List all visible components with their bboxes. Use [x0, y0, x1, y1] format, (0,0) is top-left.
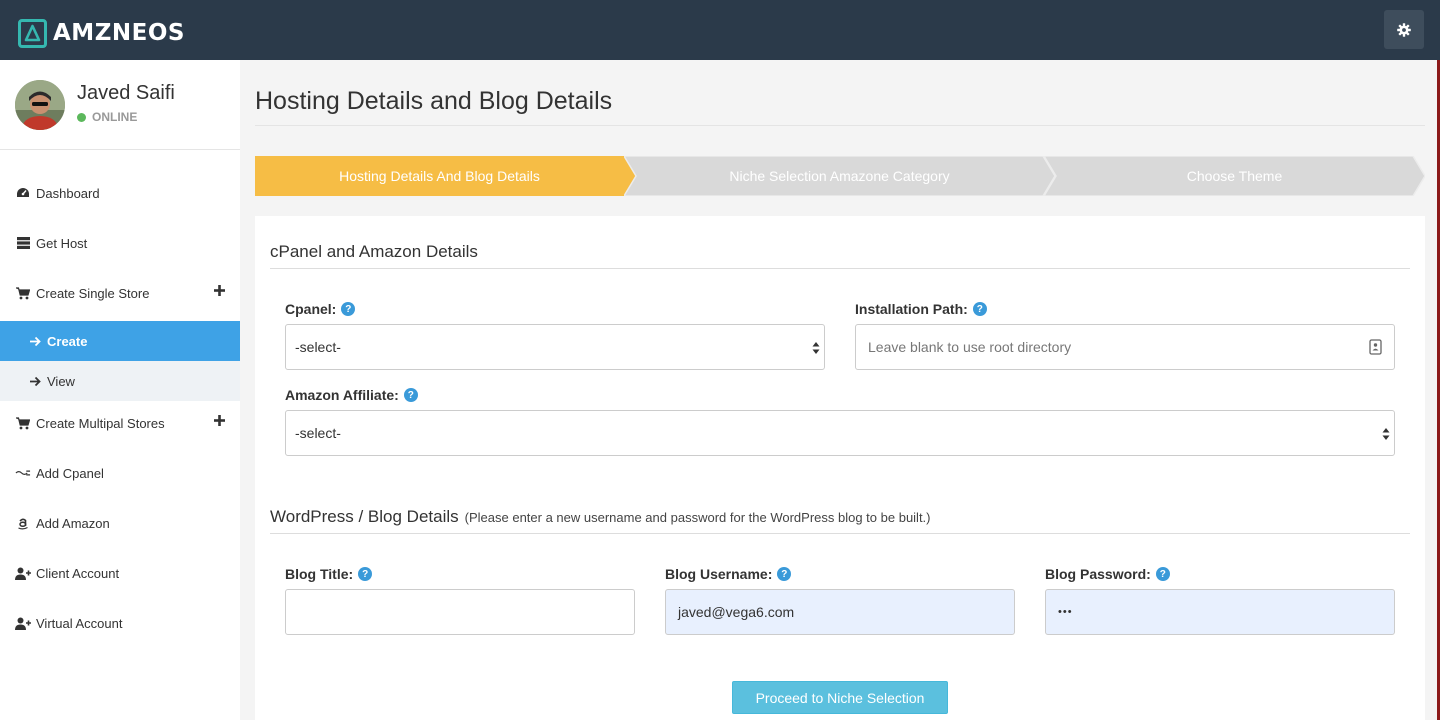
sidebar-item-label: Add Cpanel — [36, 465, 104, 481]
sidebar-item-label: View — [47, 373, 75, 389]
cpanel-select-value: -select- — [295, 339, 341, 355]
form-panel: cPanel and Amazon Details Cpanel: ? -sel… — [255, 216, 1425, 720]
cpanel-label-text: Cpanel: — [285, 301, 337, 317]
sidebar: Javed Saifi ONLINE Dashboard Get Host Cr… — [0, 60, 240, 720]
autofill-contact-icon[interactable] — [1369, 339, 1382, 355]
installation-path-input[interactable]: Leave blank to use root directory — [855, 324, 1395, 370]
sidebar-item-view[interactable]: View — [0, 361, 240, 401]
status-label: ONLINE — [92, 110, 138, 124]
sidebar-item-label: Get Host — [36, 235, 88, 251]
sidebar-item-create-single-store[interactable]: Create Single Store — [0, 273, 240, 313]
cpanel-label: Cpanel: ? — [285, 301, 356, 317]
installation-path-placeholder: Leave blank to use root directory — [868, 339, 1072, 355]
blog-section-title-text: WordPress / Blog Details — [270, 507, 459, 526]
sidebar-item-create-multipal-stores[interactable]: Create Multipal Stores — [0, 403, 240, 443]
step-niche-selection[interactable]: Niche Selection Amazone Category — [624, 156, 1055, 196]
online-dot-icon — [77, 112, 86, 122]
step-hosting-details[interactable]: Hosting Details And Blog Details — [255, 156, 636, 196]
blog-username-label-text: Blog Username: — [665, 566, 773, 582]
main-content: Hosting Details and Blog Details Hosting… — [240, 60, 1440, 720]
cpanel-select[interactable]: -select- — [285, 324, 825, 370]
sidebar-item-create[interactable]: Create — [0, 321, 240, 361]
sidebar-item-label: Dashboard — [36, 185, 100, 201]
select-arrows-icon — [812, 342, 820, 354]
settings-button[interactable] — [1384, 10, 1424, 49]
sidebar-item-add-amazon[interactable]: Add Amazon — [0, 503, 240, 543]
sidebar-item-label: Create Single Store — [36, 285, 150, 301]
proceed-to-niche-selection-button[interactable]: Proceed to Niche Selection — [732, 681, 948, 714]
blog-username-value: javed@vega6.com — [678, 604, 795, 620]
help-icon[interactable]: ? — [358, 567, 373, 581]
blog-password-input[interactable]: ••• — [1045, 589, 1395, 635]
logo-mark-icon — [18, 18, 47, 48]
cpanel-icon — [15, 469, 31, 477]
sidebar-item-client-account[interactable]: Client Account — [0, 553, 240, 593]
sidebar-item-label: Create — [47, 333, 88, 349]
section-title-blog: WordPress / Blog Details (Please enter a … — [270, 507, 931, 527]
brand-logo[interactable]: AMZNEOS — [18, 18, 185, 48]
dashboard-icon — [15, 187, 31, 199]
brand-name: AMZNEOS — [53, 20, 185, 46]
arrow-right-icon — [30, 376, 41, 387]
user-name: Javed Saifi — [77, 82, 175, 104]
sidebar-item-add-cpanel[interactable]: Add Cpanel — [0, 453, 240, 493]
page-title: Hosting Details and Blog Details — [255, 87, 613, 115]
step-choose-theme[interactable]: Choose Theme — [1044, 156, 1425, 196]
blog-section-note: (Please enter a new username and passwor… — [464, 510, 931, 525]
sidebar-item-label: Client Account — [36, 565, 120, 581]
section-title-cpanel: cPanel and Amazon Details — [270, 242, 478, 261]
amazon-affiliate-select[interactable]: -select- — [285, 410, 1395, 456]
sidebar-item-virtual-account[interactable]: Virtual Account — [0, 603, 240, 643]
section-divider — [270, 268, 1410, 269]
amazon-affiliate-label-text: Amazon Affiliate: — [285, 387, 399, 403]
title-divider — [255, 125, 1425, 126]
sidebar-item-label: Create Multipal Stores — [36, 415, 165, 431]
user-plus-icon — [15, 567, 31, 580]
amazon-icon — [15, 517, 31, 530]
cart-icon — [15, 286, 31, 300]
help-icon[interactable]: ? — [1155, 567, 1170, 581]
blog-password-label-text: Blog Password: — [1045, 566, 1151, 582]
blog-title-input[interactable] — [285, 589, 635, 635]
installation-path-label: Installation Path: ? — [855, 301, 987, 317]
blog-title-label-text: Blog Title: — [285, 566, 354, 582]
help-icon[interactable]: ? — [341, 302, 356, 316]
user-panel: Javed Saifi ONLINE — [0, 60, 240, 150]
blog-password-value: ••• — [1058, 606, 1073, 618]
amazon-affiliate-label: Amazon Affiliate: ? — [285, 387, 418, 403]
blog-username-input[interactable]: javed@vega6.com — [665, 589, 1015, 635]
cart-icon — [15, 416, 31, 430]
select-arrows-icon — [1382, 428, 1390, 440]
arrow-right-icon — [30, 336, 41, 347]
expand-plus-icon[interactable] — [214, 415, 225, 426]
online-status: ONLINE — [77, 110, 137, 124]
wizard-steps: Hosting Details And Blog Details Niche S… — [255, 156, 1425, 196]
help-icon[interactable]: ? — [972, 302, 987, 316]
help-icon[interactable]: ? — [403, 388, 418, 402]
step-label: Hosting Details And Blog Details — [339, 168, 540, 184]
sidebar-item-label: Add Amazon — [36, 515, 110, 531]
installation-path-label-text: Installation Path: — [855, 301, 968, 317]
sidebar-item-get-host[interactable]: Get Host — [0, 223, 240, 263]
avatar[interactable] — [15, 80, 65, 130]
step-label: Niche Selection Amazone Category — [729, 168, 950, 184]
amazon-affiliate-value: -select- — [295, 425, 341, 441]
section-divider — [270, 533, 1410, 534]
step-label: Choose Theme — [1186, 168, 1283, 184]
top-bar: AMZNEOS — [0, 0, 1440, 60]
blog-password-label: Blog Password: ? — [1045, 566, 1170, 582]
sidebar-item-label: Virtual Account — [36, 615, 123, 631]
sidebar-item-dashboard[interactable]: Dashboard — [0, 173, 240, 213]
user-plus-icon — [15, 617, 31, 630]
gear-icon — [1397, 22, 1411, 37]
blog-title-label: Blog Title: ? — [285, 566, 373, 582]
help-icon[interactable]: ? — [777, 567, 792, 581]
blog-username-label: Blog Username: ? — [665, 566, 792, 582]
expand-plus-icon[interactable] — [214, 285, 225, 296]
server-icon — [15, 237, 31, 249]
